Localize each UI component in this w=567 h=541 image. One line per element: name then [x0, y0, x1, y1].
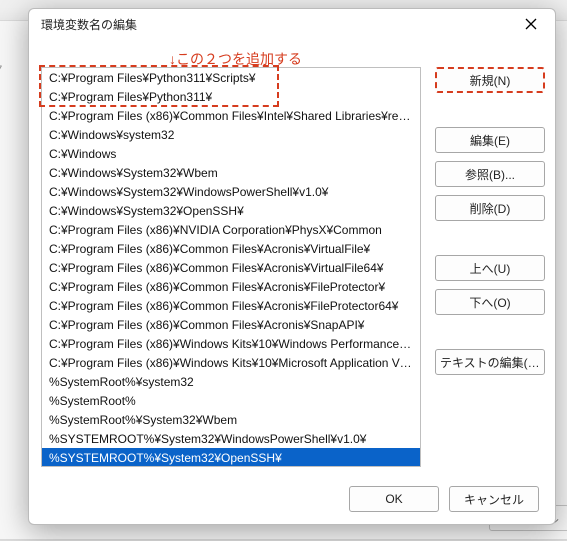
list-item[interactable]: C:¥Program Files (x86)¥Windows Kits¥10¥M…	[42, 353, 420, 372]
move-up-button[interactable]: 上へ(U)	[435, 255, 545, 281]
delete-button[interactable]: 削除(D)	[435, 195, 545, 221]
list-item[interactable]: %SYSTEMROOT%¥System32¥WindowsPowerShell¥…	[42, 429, 420, 448]
list-item[interactable]: C:¥Program Files (x86)¥Common Files¥Acro…	[42, 277, 420, 296]
list-item[interactable]: C:¥Program Files (x86)¥Common Files¥Acro…	[42, 239, 420, 258]
side-button-column: 新規(N) 編集(E) 参照(B)... 削除(D) 上へ(U) 下へ(O) テ…	[435, 67, 545, 375]
titlebar: 環境変数名の編集	[29, 9, 555, 39]
ok-button[interactable]: OK	[349, 486, 439, 512]
edit-button[interactable]: 編集(E)	[435, 127, 545, 153]
list-item[interactable]: C:¥Program Files¥Python311¥	[42, 87, 420, 106]
edit-env-dialog: 環境変数名の編集 ↓この２つを追加する C:¥Program Files¥Pyt…	[28, 8, 556, 525]
edit-text-button[interactable]: テキストの編集(T)...	[435, 349, 545, 375]
list-item[interactable]: %SYSTEMROOT%¥System32¥OpenSSH¥	[42, 448, 420, 467]
list-item[interactable]: %SystemRoot%¥System32¥Wbem	[42, 410, 420, 429]
list-item[interactable]: C:¥Program Files (x86)¥Common Files¥Acro…	[42, 296, 420, 315]
list-item[interactable]: C:¥Windows¥System32¥OpenSSH¥	[42, 201, 420, 220]
list-item[interactable]: C:¥Windows¥system32	[42, 125, 420, 144]
list-item[interactable]: C:¥Program Files (x86)¥Windows Kits¥10¥W…	[42, 334, 420, 353]
close-button[interactable]	[513, 11, 549, 37]
new-button[interactable]: 新規(N)	[435, 67, 545, 93]
cancel-button[interactable]: キャンセル	[449, 486, 539, 512]
list-item[interactable]: C:¥Program Files (x86)¥Common Files¥Acro…	[42, 315, 420, 334]
list-item[interactable]: C:¥Program Files (x86)¥Common Files¥Inte…	[42, 106, 420, 125]
path-listbox[interactable]: C:¥Program Files¥Python311¥Scripts¥C:¥Pr…	[41, 67, 421, 467]
list-item[interactable]: C:¥Windows¥System32¥Wbem	[42, 163, 420, 182]
list-item[interactable]: C:¥Windows¥System32¥WindowsPowerShell¥v1…	[42, 182, 420, 201]
dialog-title: 環境変数名の編集	[41, 16, 137, 33]
list-item[interactable]: C:¥Program Files (x86)¥Common Files¥Acro…	[42, 258, 420, 277]
close-icon	[525, 18, 537, 30]
bg-col-1: sss17 変 O Pa TE TM	[0, 61, 2, 169]
list-item[interactable]: %SystemRoot%	[42, 391, 420, 410]
browse-button[interactable]: 参照(B)...	[435, 161, 545, 187]
dialog-footer: OK キャンセル	[41, 476, 543, 512]
list-item[interactable]: %SystemRoot%¥system32	[42, 372, 420, 391]
move-down-button[interactable]: 下へ(O)	[435, 289, 545, 315]
list-item[interactable]: C:¥Windows	[42, 144, 420, 163]
list-item[interactable]: C:¥Program Files¥Python311¥Scripts¥	[42, 68, 420, 87]
list-item[interactable]: C:¥Program Files (x86)¥NVIDIA Corporatio…	[42, 220, 420, 239]
